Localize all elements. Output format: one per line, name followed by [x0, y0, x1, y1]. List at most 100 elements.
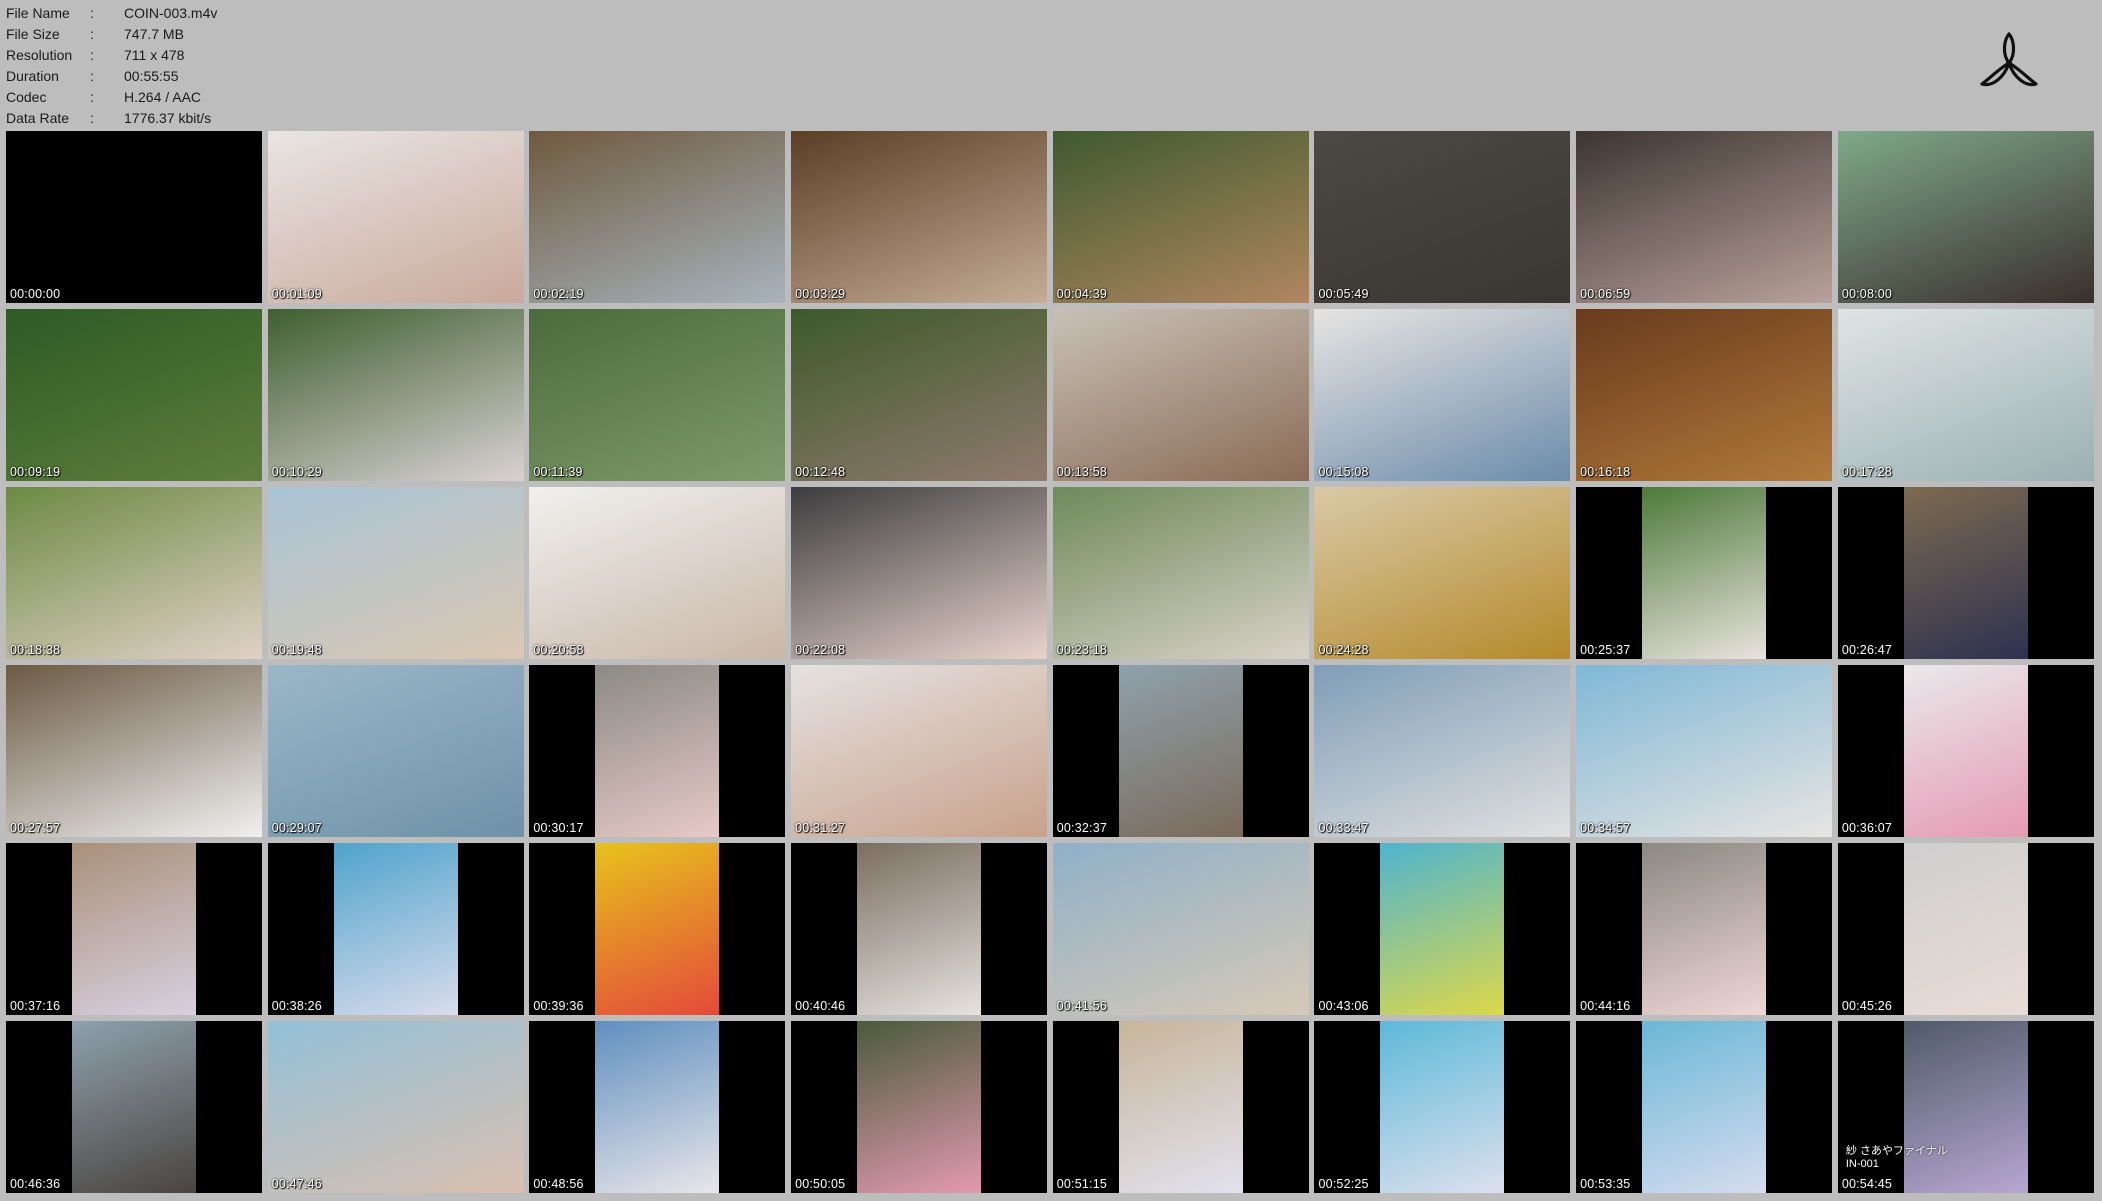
video-thumbnail[interactable]: 00:01:09: [267, 131, 524, 303]
video-thumbnail[interactable]: 00:22:08: [791, 487, 1048, 659]
video-thumbnail[interactable]: 00:47:46: [267, 1021, 524, 1193]
video-thumbnail[interactable]: 00:44:16: [1576, 843, 1833, 1015]
video-thumbnail[interactable]: 00:09:19: [6, 309, 262, 481]
thumbnail-timestamp: 00:16:18: [1580, 465, 1631, 479]
three-blade-propeller-icon: [1976, 30, 2042, 96]
video-thumbnail[interactable]: 00:13:58: [1052, 309, 1309, 481]
thumbnail-frame-image: [1576, 131, 1833, 303]
video-thumbnail[interactable]: 00:33:47: [1314, 665, 1571, 837]
video-thumbnail[interactable]: 00:08:00: [1837, 131, 2094, 303]
video-thumbnail[interactable]: 00:39:36: [529, 843, 786, 1015]
thumbnail-timestamp: 00:09:19: [10, 465, 61, 479]
video-thumbnail[interactable]: 00:45:26: [1837, 843, 2094, 1015]
thumbnail-frame-image: [1576, 309, 1833, 481]
video-thumbnail[interactable]: 紗 さあやファイナル IN-001 00:54:45: [1837, 1021, 2094, 1193]
video-thumbnail[interactable]: 00:16:18: [1576, 309, 1833, 481]
thumbnail-timestamp: 00:12:48: [795, 465, 846, 479]
info-value: 747.7 MB: [124, 26, 184, 42]
thumbnail-frame-image: [595, 665, 720, 837]
thumbnail-timestamp: 00:06:59: [1580, 287, 1631, 301]
thumbnail-frame-image: [529, 487, 786, 659]
video-thumbnail[interactable]: 00:04:39: [1052, 131, 1309, 303]
info-separator: :: [90, 26, 94, 42]
info-separator: :: [90, 68, 94, 84]
thumbnail-timestamp: 00:02:19: [533, 287, 584, 301]
video-thumbnail[interactable]: 00:53:35: [1576, 1021, 1833, 1193]
video-thumbnail[interactable]: 00:29:07: [267, 665, 524, 837]
video-thumbnail[interactable]: 00:20:58: [529, 487, 786, 659]
thumbnail-timestamp: 00:00:00: [10, 287, 61, 301]
video-thumbnail[interactable]: 00:31:27: [791, 665, 1048, 837]
thumbnail-timestamp: 00:37:16: [10, 999, 61, 1013]
thumbnail-timestamp: 00:03:29: [795, 287, 846, 301]
thumbnail-frame-image: [1642, 487, 1767, 659]
video-thumbnail[interactable]: 00:51:15: [1052, 1021, 1309, 1193]
video-thumbnail[interactable]: 00:34:57: [1576, 665, 1833, 837]
thumbnail-frame-image: [791, 487, 1048, 659]
video-thumbnail[interactable]: 00:18:38: [6, 487, 262, 659]
video-thumbnail[interactable]: 00:19:48: [267, 487, 524, 659]
thumbnail-frame-image: [267, 487, 524, 659]
thumbnail-timestamp: 00:32:37: [1056, 821, 1108, 835]
info-value: COIN-003.m4v: [124, 5, 218, 21]
thumbnail-timestamp: 00:44:16: [1580, 999, 1631, 1013]
thumbnail-frame-image: [267, 131, 524, 303]
video-thumbnail[interactable]: 00:30:17: [529, 665, 786, 837]
info-row-resolution: Resolution : 711 x 478: [6, 45, 217, 66]
video-thumbnail[interactable]: 00:52:25: [1314, 1021, 1571, 1193]
video-thumbnail[interactable]: 00:36:07: [1837, 665, 2094, 837]
thumbnail-frame-image: [1903, 487, 2028, 659]
info-row-file-size: File Size : 747.7 MB: [6, 24, 217, 45]
video-thumbnail[interactable]: 00:43:06: [1314, 843, 1571, 1015]
thumbnail-frame-image: [791, 131, 1048, 303]
info-label: Resolution: [6, 47, 73, 63]
video-thumbnail[interactable]: 00:11:39: [529, 309, 786, 481]
thumbnail-frame-image: [1314, 487, 1571, 659]
video-thumbnail[interactable]: 00:26:47: [1837, 487, 2094, 659]
thumbnail-frame-image: [791, 309, 1048, 481]
info-value: 711 x 478: [124, 47, 185, 63]
thumbnail-frame-image: [1837, 131, 2094, 303]
video-thumbnail[interactable]: 00:23:18: [1052, 487, 1309, 659]
video-thumbnail[interactable]: 00:50:05: [791, 1021, 1048, 1193]
video-thumbnail[interactable]: 00:05:49: [1314, 131, 1571, 303]
thumbnail-frame-image: [1314, 131, 1571, 303]
video-thumbnail[interactable]: 00:10:29: [267, 309, 524, 481]
video-thumbnail[interactable]: 00:17:28: [1837, 309, 2094, 481]
video-thumbnail[interactable]: 00:37:16: [6, 843, 262, 1015]
thumbnail-timestamp: 00:47:46: [271, 1177, 322, 1191]
thumbnail-timestamp: 00:53:35: [1580, 1177, 1631, 1191]
thumbnail-timestamp: 00:43:06: [1318, 999, 1369, 1013]
video-thumbnail[interactable]: 00:46:36: [6, 1021, 262, 1193]
video-thumbnail[interactable]: 00:38:26: [267, 843, 524, 1015]
video-thumbnail[interactable]: 00:03:29: [791, 131, 1048, 303]
thumbnail-frame-image: [267, 1021, 524, 1193]
video-thumbnail[interactable]: 00:41:56: [1052, 843, 1309, 1015]
thumbnail-timestamp: 00:31:27: [795, 821, 846, 835]
info-row-file-name: File Name : COIN-003.m4v: [6, 3, 217, 24]
video-thumbnail[interactable]: 00:00:00: [6, 131, 262, 303]
thumbnail-timestamp: 00:11:39: [533, 465, 583, 479]
thumbnail-timestamp: 00:39:36: [533, 999, 584, 1013]
thumbnail-timestamp: 00:05:49: [1318, 287, 1369, 301]
thumbnail-frame-image: [1642, 843, 1767, 1015]
video-thumbnail[interactable]: 00:32:37: [1052, 665, 1309, 837]
thumbnail-timestamp: 00:10:29: [271, 465, 322, 479]
video-thumbnail[interactable]: 00:27:57: [6, 665, 262, 837]
video-thumbnail[interactable]: 00:48:56: [529, 1021, 786, 1193]
video-thumbnail[interactable]: 00:40:46: [791, 843, 1048, 1015]
thumbnail-timestamp: 00:29:07: [271, 821, 322, 835]
video-thumbnail[interactable]: 00:15:08: [1314, 309, 1571, 481]
info-separator: :: [90, 5, 94, 21]
video-thumbnail[interactable]: 00:24:28: [1314, 487, 1571, 659]
thumbnail-frame-image: [1052, 131, 1309, 303]
video-thumbnail[interactable]: 00:12:48: [791, 309, 1048, 481]
video-thumbnail[interactable]: 00:06:59: [1576, 131, 1833, 303]
video-thumbnail[interactable]: 00:25:37: [1576, 487, 1833, 659]
thumbnail-frame-image: [1903, 843, 2028, 1015]
thumbnail-timestamp: 00:13:58: [1056, 465, 1108, 479]
info-separator: :: [90, 110, 94, 126]
thumbnail-frame-image: [1903, 665, 2028, 837]
thumbnail-timestamp: 00:24:28: [1318, 643, 1369, 657]
video-thumbnail[interactable]: 00:02:19: [529, 131, 786, 303]
